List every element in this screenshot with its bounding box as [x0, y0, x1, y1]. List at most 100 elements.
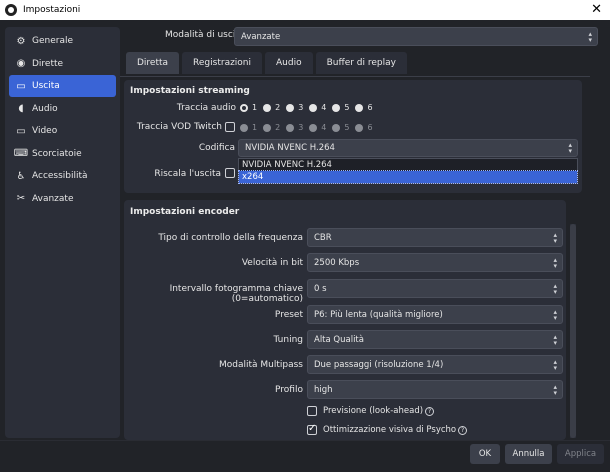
window-title: Impostazioni [23, 5, 81, 15]
settings-sidebar: ⚙ Generale ◉ Dirette ▭ Uscita ◖ Audio ▭ … [5, 27, 120, 438]
accessibility-icon: ♿ [16, 170, 26, 182]
radio-icon [286, 103, 295, 112]
radio-icon [332, 123, 341, 132]
vod-track-label: Traccia VOD Twitch [136, 122, 222, 132]
preset-select[interactable]: P6: Più lenta (qualità migliore) ▴ ▾ [307, 305, 563, 324]
vod-track-radio[interactable]: 6 [355, 123, 373, 132]
lookahead-label: Previsione (look-ahead) [323, 406, 424, 416]
lookahead-checkbox[interactable] [307, 406, 317, 416]
output-mode-label: Modalità di uscita [165, 30, 245, 40]
sidebar-item-label: Accessibilità [32, 171, 88, 181]
sidebar-item-dirette[interactable]: ◉ Dirette [9, 53, 116, 75]
sidebar-item-label: Avanzate [32, 193, 74, 204]
sidebar-item-avanzate[interactable]: ✂ Avanzate [9, 188, 116, 210]
vod-track-radio[interactable]: 3 [286, 123, 303, 132]
tab-buffer-di-replay[interactable]: Buffer di replay [315, 52, 407, 74]
multipass-label: Modalità Multipass [218, 360, 303, 370]
apply-button[interactable]: Applica [557, 444, 604, 464]
sidebar-item-label: Video [32, 126, 58, 136]
help-icon[interactable]: ? [458, 425, 468, 435]
sidebar-item-label: Generale [32, 36, 74, 46]
footer-divider [0, 440, 610, 441]
encoder-value: NVIDIA NVENC H.264 [245, 143, 335, 153]
audio-track-radio[interactable]: 2 [263, 103, 280, 112]
radio-icon [286, 123, 295, 132]
sidebar-item-accessibilita[interactable]: ♿ Accessibilità [9, 165, 116, 187]
psycho-visual-label: Ottimizzazione visiva di Psycho [323, 425, 457, 435]
encoder-label: Codifica [198, 143, 235, 153]
encoder-option[interactable]: x264 [238, 170, 578, 184]
rescale-output-checkbox[interactable] [225, 168, 235, 178]
sidebar-item-uscita[interactable]: ▭ Uscita [9, 75, 116, 97]
psycho-visual-checkbox[interactable] [307, 423, 317, 435]
updown-chevron-icon: ▴ ▾ [553, 357, 557, 372]
help-icon[interactable]: ? [425, 406, 435, 416]
updown-chevron-icon: ▴ ▾ [553, 307, 557, 322]
ok-button[interactable]: OK [470, 444, 500, 464]
spin-arrows-icon[interactable]: ▴ ▾ [553, 282, 557, 295]
tuning-select[interactable]: Alta Qualità ▴ ▾ [307, 330, 563, 349]
sidebar-item-generale[interactable]: ⚙ Generale [9, 30, 116, 52]
vod-track-radio[interactable]: 5 [332, 123, 349, 132]
audio-track-label: Traccia audio [176, 103, 236, 113]
vod-track-radios: 1 2 3 4 5 6 [240, 123, 379, 132]
bitrate-label: Velocità in bit [241, 258, 303, 268]
scrollbar-thumb[interactable] [570, 224, 576, 438]
keyframe-interval-label: Intervallo fotogramma chiave (0=automati… [169, 284, 303, 304]
radio-icon [355, 103, 364, 112]
output-mode-value: Avanzate [241, 31, 281, 42]
tab-diretta[interactable]: Diretta [126, 52, 180, 74]
tab-registrazioni[interactable]: Registrazioni [182, 52, 263, 74]
psycho-visual-row[interactable]: Ottimizzazione visiva di Psycho ? [307, 423, 468, 435]
broadcast-icon: ◉ [16, 58, 26, 69]
monitor-icon: ▭ [16, 125, 26, 137]
lookahead-row[interactable]: Previsione (look-ahead) ? [307, 406, 435, 416]
audio-track-radios: 1 2 3 4 5 6 [240, 103, 379, 112]
gear-icon: ⚙ [16, 35, 26, 47]
radio-icon [309, 123, 318, 132]
sidebar-item-video[interactable]: ▭ Video [9, 120, 116, 142]
sidebar-item-audio[interactable]: ◖ Audio [9, 98, 116, 120]
group-title: Impostazioni streaming [130, 86, 250, 96]
audio-track-radio[interactable]: 1 [240, 103, 257, 112]
sidebar-item-label: Uscita [32, 81, 60, 91]
audio-track-radio[interactable]: 4 [309, 103, 326, 112]
sidebar-item-label: Dirette [32, 58, 64, 69]
rate-control-select[interactable]: CBR ▴ ▾ [307, 228, 563, 247]
preset-label: Preset [274, 310, 303, 320]
audio-track-radio[interactable]: 6 [355, 103, 373, 112]
tab-audio[interactable]: Audio [265, 52, 313, 74]
radio-icon [240, 123, 248, 132]
output-icon: ▭ [16, 80, 26, 92]
multipass-select[interactable]: Due passaggi (risoluzione 1/4) ▴ ▾ [307, 355, 563, 374]
updown-chevron-icon: ▴ ▾ [553, 230, 557, 245]
radio-icon [355, 123, 364, 132]
audio-track-radio[interactable]: 5 [332, 103, 349, 112]
window-titlebar: Impostazioni ✕ [0, 0, 610, 20]
encoder-option[interactable]: NVIDIA NVENC H.264 [239, 159, 577, 171]
tuning-label: Tuning [273, 335, 303, 345]
profile-label: Profilo [275, 385, 303, 395]
keyboard-icon: ⌨ [13, 148, 29, 159]
tools-icon: ✂ [16, 193, 26, 204]
spin-arrows-icon[interactable]: ▴ ▾ [553, 256, 557, 269]
updown-chevron-icon: ▴ ▾ [553, 382, 557, 397]
updown-chevron-icon: ▴ ▾ [553, 332, 557, 347]
vod-track-checkbox[interactable] [225, 122, 235, 132]
vod-track-radio[interactable]: 4 [309, 123, 326, 132]
cancel-button[interactable]: Annulla [505, 444, 552, 464]
profile-select[interactable]: high ▴ ▾ [307, 380, 563, 399]
keyframe-interval-spinbox[interactable]: 0 s ▴ ▾ [307, 279, 563, 298]
vod-track-radio[interactable]: 1 [240, 123, 257, 132]
sidebar-item-scorciatoie[interactable]: ⌨ Scorciatoie [9, 143, 116, 165]
audio-track-radio[interactable]: 3 [286, 103, 303, 112]
radio-icon [309, 103, 318, 112]
bitrate-spinbox[interactable]: 2500 Kbps ▴ ▾ [307, 253, 563, 272]
sidebar-item-label: Audio [32, 103, 58, 114]
vertical-scrollbar[interactable] [570, 224, 576, 438]
vod-track-radio[interactable]: 2 [263, 123, 280, 132]
close-icon[interactable]: ✕ [591, 2, 602, 17]
encoder-select[interactable]: NVIDIA NVENC H.264 ▴ ▾ [238, 139, 578, 157]
output-mode-select[interactable]: Avanzate ▴ ▾ [234, 27, 598, 46]
radio-icon [332, 103, 341, 112]
